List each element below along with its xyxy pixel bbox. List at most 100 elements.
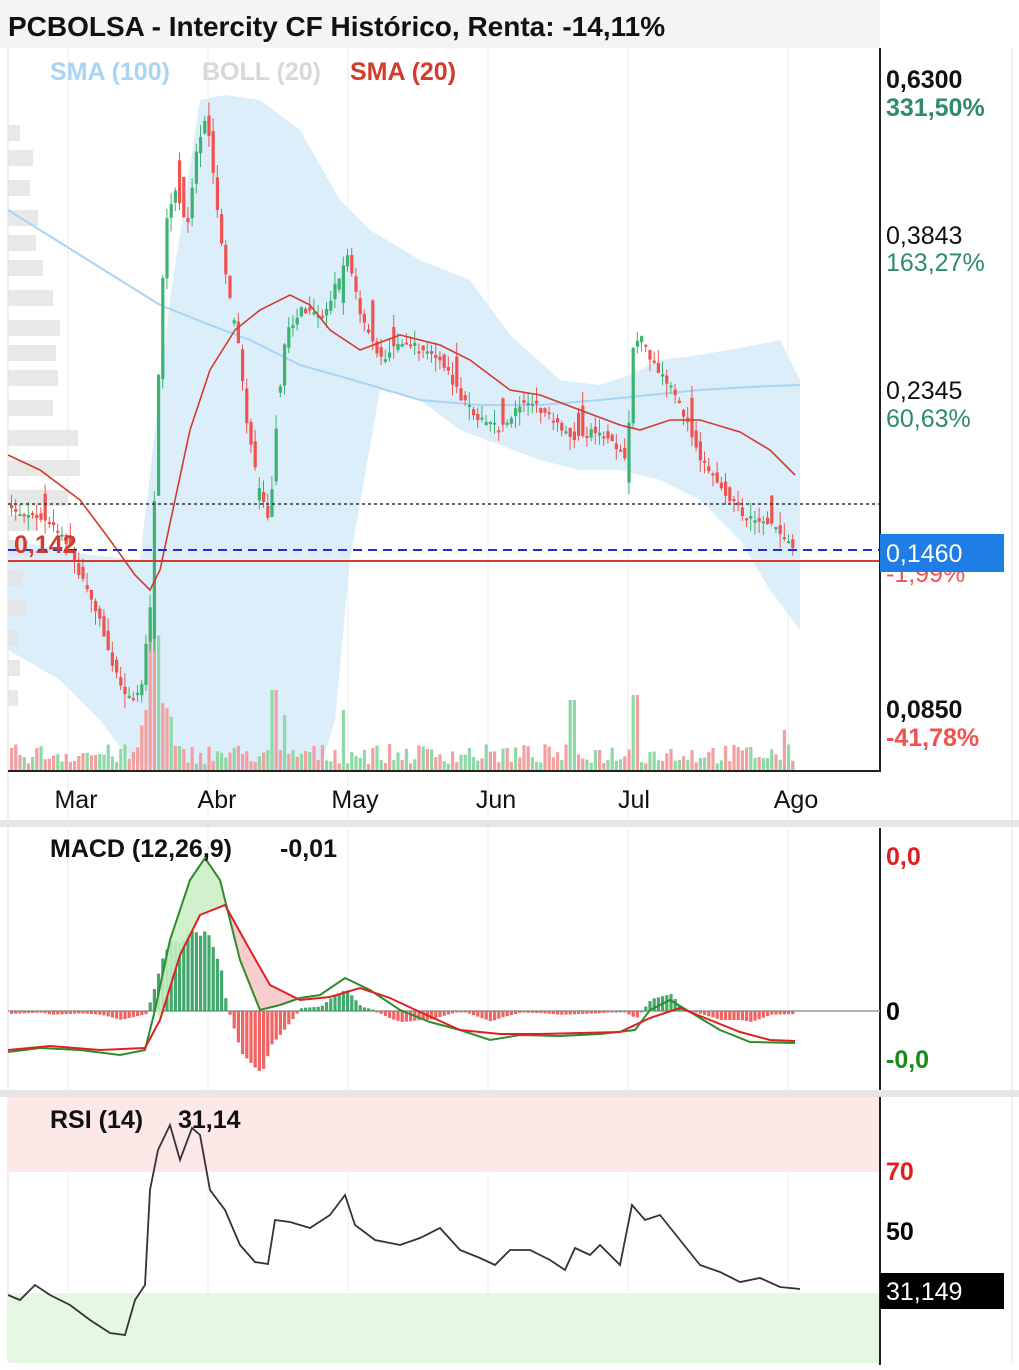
candle <box>438 356 442 361</box>
x-label: Ago <box>774 786 818 814</box>
candle <box>614 443 618 450</box>
candle <box>354 276 358 292</box>
volume-profile-bar <box>8 430 78 446</box>
volume-bar <box>434 757 438 770</box>
candle <box>442 354 446 368</box>
legend-boll[interactable]: BOLL (20) <box>202 58 321 86</box>
volume-bar <box>505 748 509 770</box>
macd-histogram-bar <box>614 1011 618 1013</box>
legend-sma20[interactable]: SMA (20) <box>350 58 456 86</box>
volume-bar <box>367 763 371 770</box>
macd-histogram-bar <box>211 946 215 1011</box>
volume-bar <box>211 760 215 770</box>
volume-bar <box>602 762 606 770</box>
macd-histogram-bar <box>274 1011 278 1040</box>
candle <box>81 566 85 579</box>
candle <box>455 356 459 387</box>
macd-histogram-bar <box>320 1005 324 1011</box>
volume-bar <box>459 754 463 770</box>
volume-bar <box>182 748 186 770</box>
macd-histogram-bar <box>354 1000 358 1011</box>
macd-histogram-bar <box>476 1011 480 1017</box>
macd-histogram-bar <box>304 1007 308 1011</box>
macd-histogram-bar <box>89 1011 93 1015</box>
volume-bar <box>312 745 316 770</box>
macd-histogram-bar <box>123 1011 127 1020</box>
volume-bar <box>232 747 236 770</box>
volume-bar <box>749 746 753 770</box>
volume-bar <box>39 746 43 770</box>
candle <box>728 487 732 502</box>
candle <box>501 398 505 425</box>
macd-histogram-bar <box>451 1011 455 1014</box>
volume-bar <box>409 763 413 770</box>
volume-bar <box>484 744 488 770</box>
macd-histogram-bar <box>325 1002 329 1011</box>
volume-bar <box>421 746 425 770</box>
candle <box>648 350 652 360</box>
volume-bar <box>430 749 434 770</box>
candle <box>690 397 694 438</box>
volume-bar <box>598 750 602 770</box>
candle <box>694 430 698 448</box>
volume-bar <box>715 763 719 770</box>
macd-histogram-bar <box>589 1011 593 1014</box>
macd-histogram-bar <box>43 1011 47 1014</box>
volume-bar <box>60 761 64 770</box>
volume-bar <box>383 763 387 770</box>
candle <box>291 325 295 329</box>
macd-histogram-bar <box>514 1011 518 1014</box>
macd-histogram-bar <box>509 1011 513 1016</box>
volume-profile-bar <box>8 630 18 646</box>
volume-bar <box>207 746 211 770</box>
volume-bar <box>766 758 770 770</box>
candle <box>43 493 47 521</box>
volume-bar <box>152 637 156 770</box>
volume-profile-bar <box>8 320 60 336</box>
percent-label: 60,63% <box>886 405 971 433</box>
volume-bar <box>203 763 207 770</box>
candle <box>169 204 173 218</box>
candle <box>400 343 404 347</box>
volume-bar <box>94 754 98 770</box>
macd-histogram-bar <box>669 994 673 1011</box>
volume-bar <box>589 762 593 770</box>
stock-chart[interactable]: 0,142 PCBOLSA - Intercity CF Histórico, … <box>0 0 1019 1370</box>
volume-bar <box>270 690 274 770</box>
candle <box>22 514 26 517</box>
candle <box>740 507 744 517</box>
x-label: Jun <box>476 786 516 814</box>
macd-histogram-bar <box>144 1011 148 1015</box>
candle <box>232 320 236 324</box>
volume-bar <box>358 757 362 770</box>
volume-bar <box>110 756 114 770</box>
candle <box>774 527 778 530</box>
volume-bar <box>102 754 106 770</box>
macd-histogram-bar <box>598 1011 602 1014</box>
volume-bar <box>299 753 303 770</box>
candle <box>106 630 110 651</box>
candle <box>757 518 761 522</box>
volume-bar <box>526 746 530 770</box>
candle <box>178 160 182 204</box>
candle <box>467 405 471 408</box>
macd-histogram-bar <box>577 1011 581 1015</box>
volume-bar <box>661 760 665 770</box>
macd-histogram-bar <box>257 1011 261 1071</box>
volume-bar <box>757 757 761 770</box>
macd-histogram-bar <box>362 1007 366 1011</box>
legend-sma100[interactable]: SMA (100) <box>50 58 170 86</box>
volume-bar <box>514 747 518 770</box>
macd-histogram-bar <box>749 1011 753 1022</box>
candle <box>77 563 81 576</box>
volume-bar <box>35 748 39 770</box>
candle <box>669 385 673 388</box>
x-label: May <box>331 786 379 814</box>
macd-histogram-bar <box>262 1011 266 1069</box>
candle <box>593 426 597 434</box>
macd-histogram-bar <box>547 1011 551 1014</box>
candle <box>228 275 232 298</box>
volume-bar <box>283 715 287 770</box>
candle <box>627 422 631 483</box>
volume-bar <box>236 745 240 770</box>
